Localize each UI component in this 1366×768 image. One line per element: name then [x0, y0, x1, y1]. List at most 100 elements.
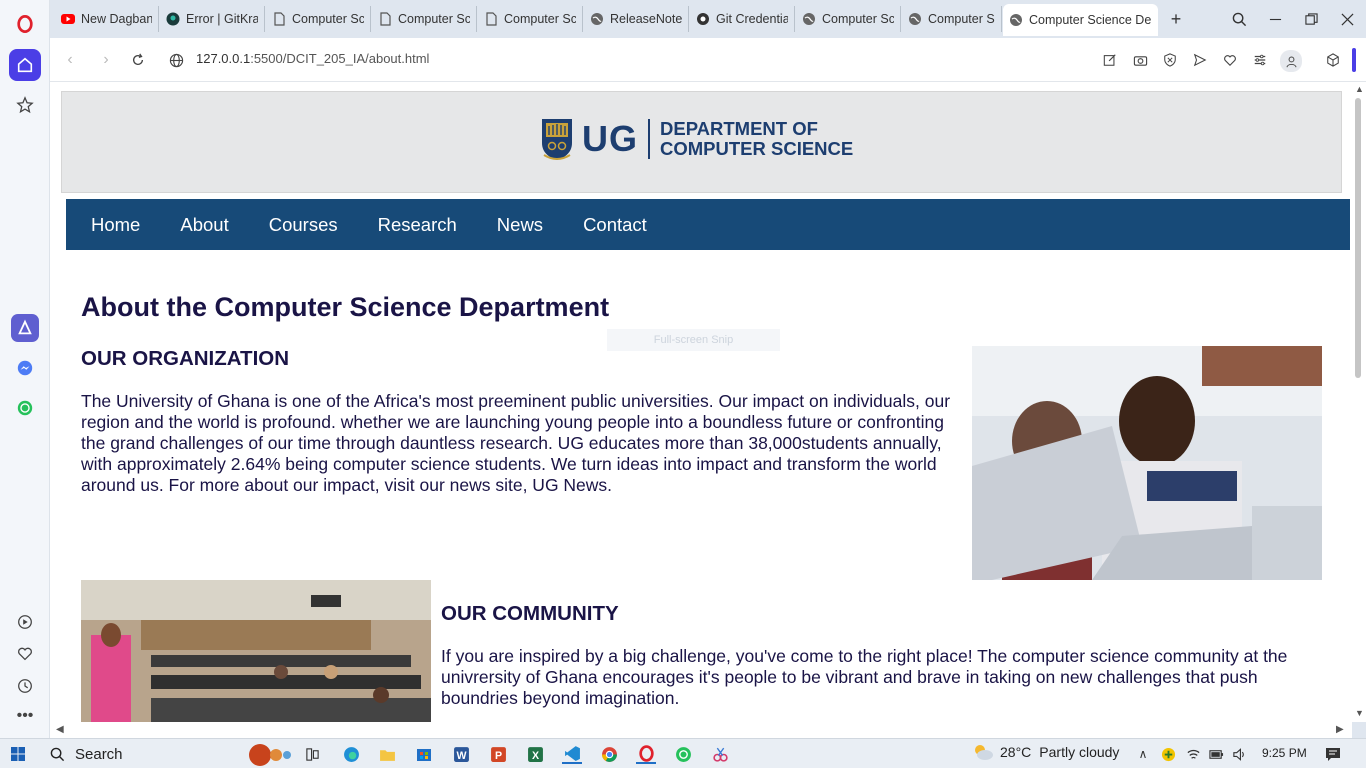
reload-icon[interactable] [128, 50, 148, 70]
profile-icon[interactable] [1280, 50, 1302, 72]
task-view-icon[interactable] [302, 744, 322, 764]
aria-icon[interactable] [11, 314, 39, 342]
tab-label: Computer Scie [928, 12, 995, 26]
vertical-scrollbar[interactable]: ▲ ▼ [1352, 82, 1366, 722]
scroll-left-arrow-icon[interactable]: ◀ [56, 724, 64, 735]
whatsapp-icon[interactable] [11, 394, 39, 422]
nav-home[interactable]: Home [91, 214, 140, 236]
lecture-hall-image [81, 580, 431, 722]
volume-icon[interactable] [1229, 744, 1249, 764]
globe-icon [908, 12, 922, 26]
ug-logo[interactable]: UG DEPARTMENT OF COMPUTER SCIENCE [540, 117, 853, 161]
word-icon[interactable]: W [451, 744, 471, 764]
camera-icon[interactable] [1130, 50, 1150, 70]
chevron-up-icon[interactable]: ∧ [1133, 744, 1153, 764]
home-icon[interactable] [9, 49, 41, 81]
address-bar[interactable]: 127.0.0.1:5500/DCIT_205_IA/about.html [196, 51, 429, 66]
tab-7[interactable]: Computer Scie [796, 6, 901, 32]
snipping-tool-icon[interactable] [710, 744, 730, 764]
minimize-icon[interactable] [1264, 8, 1286, 30]
tab-2[interactable]: Computer Scie [266, 6, 371, 32]
chrome-icon[interactable] [599, 744, 619, 764]
scroll-down-arrow-icon[interactable]: ▼ [1355, 708, 1364, 718]
tab-label: New Dagbani [81, 12, 152, 26]
file-explorer-icon[interactable] [377, 744, 397, 764]
messenger-icon[interactable] [11, 354, 39, 382]
search-tabs-icon[interactable] [1228, 8, 1250, 30]
bookmarks-star-icon[interactable] [9, 89, 41, 121]
notifications-icon[interactable] [1323, 744, 1343, 764]
powerpoint-icon[interactable]: P [488, 744, 508, 764]
heart-icon[interactable] [9, 638, 41, 670]
edge-icon[interactable] [341, 744, 361, 764]
tab-9-active[interactable]: Computer Science Depa [1003, 4, 1158, 36]
globe-icon [1009, 13, 1023, 27]
shield-icon[interactable] [1160, 50, 1180, 70]
extensions-cube-icon[interactable] [1323, 50, 1343, 70]
nav-courses[interactable]: Courses [269, 214, 338, 236]
ug-logo-text: UG [582, 118, 638, 159]
tab-bar: New Dagbani Error | GitKrak Computer Sci… [50, 0, 1366, 38]
tab-5[interactable]: ReleaseNotes. [584, 6, 689, 32]
restore-icon[interactable] [1300, 8, 1322, 30]
tab-label: Error | GitKrak [186, 12, 258, 26]
player-icon[interactable] [9, 606, 41, 638]
scroll-up-arrow-icon[interactable]: ▲ [1355, 84, 1364, 94]
tab-1[interactable]: Error | GitKrak [160, 6, 265, 32]
tab-8[interactable]: Computer Scie [902, 6, 1002, 32]
search-label: Search [75, 745, 123, 763]
taskbar-search[interactable]: Search [40, 740, 292, 768]
dept-line-2: COMPUTER SCIENCE [660, 138, 854, 159]
nav-about[interactable]: About [180, 214, 228, 236]
edit-icon[interactable] [1100, 50, 1120, 70]
send-icon[interactable] [1190, 50, 1210, 70]
tab-label: Git Credential [716, 12, 788, 26]
whatsapp-taskbar-icon[interactable] [673, 744, 693, 764]
tab-label: Computer Scie [504, 12, 576, 26]
tray-app-icon[interactable] [1158, 744, 1178, 764]
community-text: If you are inspired by a big challenge, … [441, 646, 1288, 708]
scroll-right-arrow-icon[interactable]: ▶ [1336, 724, 1344, 735]
tab-6[interactable]: Git Credential [690, 6, 795, 32]
tab-4[interactable]: Computer Scie [478, 6, 583, 32]
vscode-icon[interactable] [562, 744, 582, 764]
opera-taskbar-icon[interactable] [636, 744, 656, 764]
scroll-thumb[interactable] [1355, 98, 1361, 378]
back-icon[interactable]: ‹ [60, 50, 80, 70]
opera-logo-icon[interactable] [9, 8, 41, 40]
site-header: UG DEPARTMENT OF COMPUTER SCIENCE [61, 91, 1342, 193]
close-icon[interactable] [1336, 8, 1358, 30]
wifi-icon[interactable] [1183, 744, 1203, 764]
youtube-icon [61, 12, 75, 26]
tab-3[interactable]: Computer Scie [372, 6, 477, 32]
heart-icon[interactable] [1220, 50, 1240, 70]
dept-line-1: DEPARTMENT OF [660, 118, 818, 139]
tab-label: Computer Scie [292, 12, 364, 26]
horizontal-scrollbar[interactable]: ◀ ▶ [50, 722, 1352, 738]
nav-research[interactable]: Research [378, 214, 457, 236]
windows-start-icon[interactable] [8, 744, 28, 764]
forward-icon[interactable]: › [96, 50, 116, 70]
document-icon [272, 12, 286, 26]
nav-news[interactable]: News [497, 214, 543, 236]
tab-label: ReleaseNotes. [610, 12, 682, 26]
site-info-globe-icon[interactable] [166, 50, 186, 70]
organization-text: The University of Ghana is one of the Af… [81, 391, 951, 495]
excel-icon[interactable]: X [525, 744, 545, 764]
organization-heading: OUR ORGANIZATION [81, 347, 290, 370]
document-icon [378, 12, 392, 26]
store-icon[interactable] [414, 744, 434, 764]
nav-contact[interactable]: Contact [583, 214, 647, 236]
gitkraken-icon [166, 12, 180, 26]
history-clock-icon[interactable] [9, 670, 41, 702]
new-tab-plus-icon[interactable]: + [1166, 9, 1186, 29]
weather-widget[interactable]: 28°C Partly cloudy [972, 743, 1119, 761]
tab-0[interactable]: New Dagbani [55, 6, 159, 32]
battery-icon[interactable] [1206, 744, 1226, 764]
easy-setup-icon[interactable] [1250, 50, 1270, 70]
tab-label: Computer Science Depa [1029, 13, 1152, 27]
svg-text:W: W [456, 749, 466, 761]
more-dots-icon[interactable]: ••• [9, 700, 41, 732]
document-icon [484, 12, 498, 26]
clock-time[interactable]: 9:25 PM [1262, 746, 1307, 760]
